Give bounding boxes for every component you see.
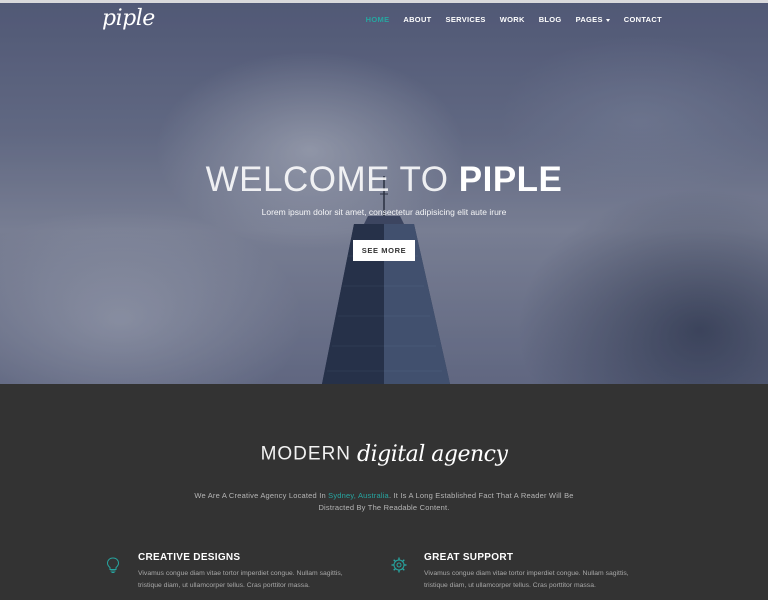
section-title-script: digital agency [357,442,508,467]
nav-item-blog[interactable]: BLOG [539,15,562,24]
feature-text: Vivamus congue diam vitae tortor imperdi… [424,570,629,589]
top-scroll-indicator [0,0,768,3]
hero-title-bold: PIPLE [458,160,563,199]
feature-title: GREAT SUPPORT [424,552,514,563]
see-more-button[interactable]: SEE MORE [353,240,415,261]
hero-subtitle: Lorem ipsum dolor sit amet, consectetur … [261,207,507,217]
section-title-plain: MODERN [260,443,352,465]
nav-item-work[interactable]: WORK [500,15,525,24]
hero-section: piple HOME ABOUT SERVICES WORK BLOG PAGE… [0,0,768,384]
hero-title-light: WELCOME TO [205,160,459,199]
feature-title: CREATIVE DESIGNS [138,552,241,563]
nav-item-about[interactable]: ABOUT [403,15,431,24]
nav-item-services[interactable]: SERVICES [446,15,486,24]
hero-title: WELCOME TO PIPLE [0,160,768,200]
lightbulb-icon [106,557,120,573]
gear-icon [391,557,407,573]
nav-item-pages[interactable]: PAGES [576,15,610,24]
location-link[interactable]: Sydney, Australia [328,491,389,500]
desc-before: We Are A Creative Agency Located In [194,491,329,500]
chevron-down-icon [605,18,610,22]
nav-item-home[interactable]: HOME [366,15,390,24]
section-title: MODERN digital agency [0,442,768,467]
nav-item-pages-label: PAGES [575,15,603,24]
brand-logo[interactable]: piple [102,6,155,31]
section-description: We Are A Creative Agency Located In Sydn… [184,490,584,514]
feature-text: Vivamus congue diam vitae tortor imperdi… [138,570,343,589]
nav-item-contact[interactable]: CONTACT [624,15,662,24]
agency-section: MODERN digital agency We Are A Creative A… [0,384,768,600]
main-nav: HOME ABOUT SERVICES WORK BLOG PAGES CONT… [366,15,662,24]
